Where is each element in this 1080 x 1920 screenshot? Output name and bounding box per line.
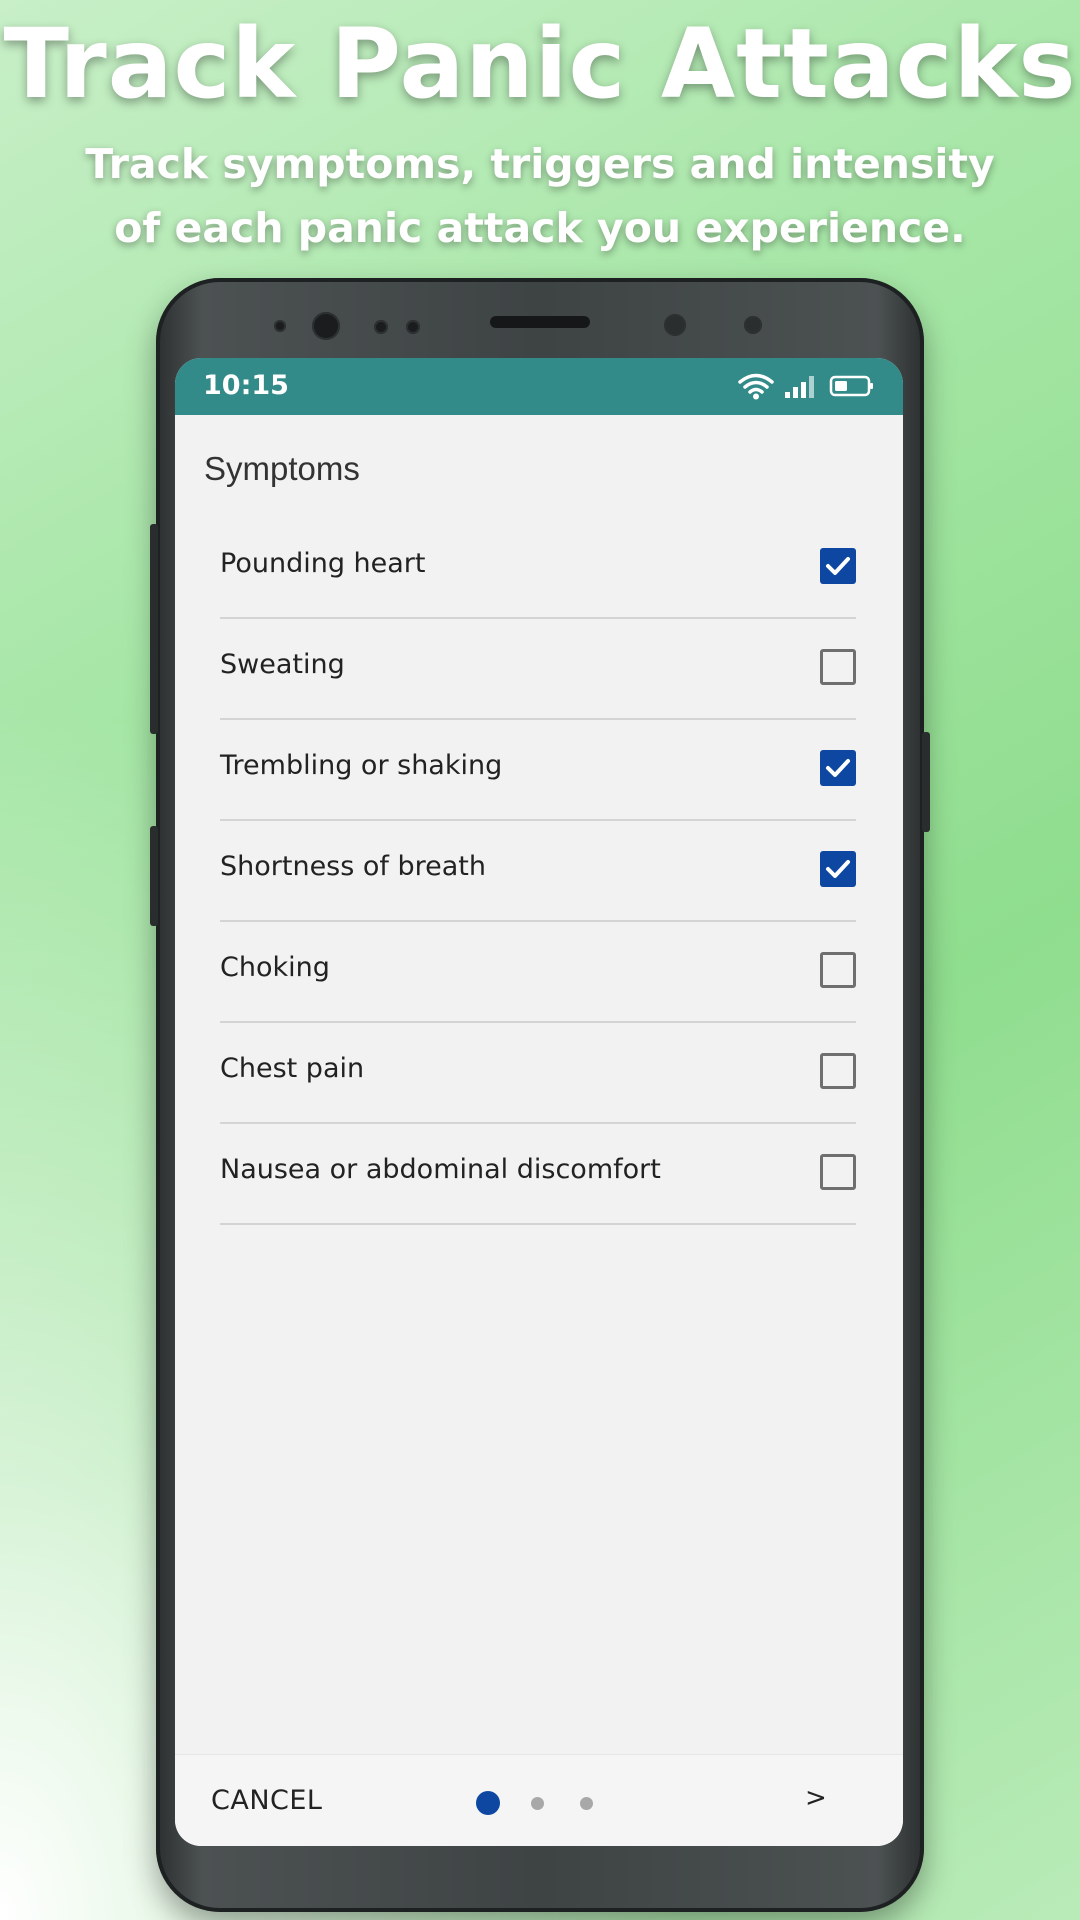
status-time: 10:15 [203,370,289,401]
page-dot[interactable] [531,1797,544,1810]
symptom-checkbox[interactable] [820,649,856,685]
symptom-row[interactable]: Choking [220,922,856,1023]
symptom-checkbox[interactable] [820,851,856,887]
next-button[interactable]: > [805,1783,827,1813]
app-screen: 10:15 Symptoms Pounding heart Sweating Tre [175,358,903,1846]
symptom-row[interactable]: Pounding heart [220,518,856,619]
wifi-icon [738,373,774,400]
symptom-label: Sweating [220,649,345,680]
phone-speaker [490,316,590,328]
promo-headline: Track Panic Attacks [3,8,1077,120]
symptom-checkbox[interactable] [820,1154,856,1190]
check-icon [826,759,850,777]
promo-subhead: Track symptoms, triggers and intensity o… [85,140,995,252]
page-dot[interactable] [580,1797,593,1810]
symptom-checkbox[interactable] [820,1053,856,1089]
phone-iris-scanner [744,316,762,334]
symptom-row[interactable]: Nausea or abdominal discomfort [220,1124,856,1225]
phone-iris-scanner [664,314,686,336]
symptom-label: Nausea or abdominal discomfort [220,1154,661,1185]
phone-sensor [406,320,420,334]
check-icon [826,557,850,575]
symptom-checkbox[interactable] [820,548,856,584]
symptom-row[interactable]: Shortness of breath [220,821,856,922]
symptom-row[interactable]: Trembling or shaking [220,720,856,821]
signal-icon [785,376,814,398]
symptom-row[interactable]: Sweating [220,619,856,720]
phone-bixby-button [150,826,158,926]
status-icons [737,372,875,400]
bottom-navigation-bar: CANCEL > [175,1754,903,1846]
symptom-label: Trembling or shaking [220,750,503,781]
symptom-label: Shortness of breath [220,851,487,882]
symptom-checkbox[interactable] [820,750,856,786]
phone-front-camera [312,312,340,340]
check-icon [826,860,850,878]
page-dot-active[interactable] [476,1791,500,1815]
phone-power-button [922,732,930,832]
battery-icon [829,375,873,397]
symptom-row[interactable]: Chest pain [220,1023,856,1124]
status-bar: 10:15 [175,358,903,415]
phone-sensor [374,320,388,334]
symptom-checkbox[interactable] [820,952,856,988]
phone-volume-button [150,524,158,734]
phone-sensor [274,320,286,332]
symptom-label: Choking [220,952,330,983]
symptom-label: Chest pain [220,1053,365,1084]
symptom-list: Pounding heart Sweating Trembling or shaki… [220,518,856,1225]
symptom-label: Pounding heart [220,548,426,579]
section-title: Symptoms [204,450,360,487]
cancel-button[interactable]: CANCEL [211,1785,322,1816]
